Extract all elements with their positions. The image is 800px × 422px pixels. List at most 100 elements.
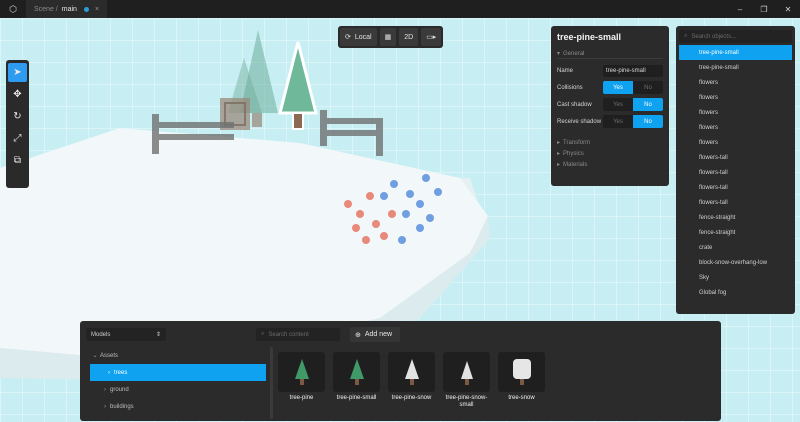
category-select[interactable]: Models ⇕ <box>86 328 166 341</box>
section-physics[interactable]: ▸ Physics <box>557 148 663 159</box>
outliner-item[interactable]: flowers-tall <box>679 150 792 165</box>
chevron-right-icon: › <box>104 403 106 410</box>
content-search-input[interactable]: ⌕ Search content <box>256 328 340 341</box>
cast-shadow-toggle[interactable]: Yes No <box>603 98 663 111</box>
cast-shadow-yes[interactable]: Yes <box>603 98 633 111</box>
inspector-panel: tree-pine-small ▾ General Name tree-pine… <box>551 26 669 186</box>
tool-rail: ➤ ✥ ↻ ⤢ ⧉ <box>6 60 29 188</box>
tab-close-icon[interactable]: × <box>95 6 99 13</box>
outliner-item[interactable]: tree-pine-small <box>679 45 792 60</box>
tree-pine-small-selected <box>278 41 318 115</box>
outliner-item[interactable]: flowers <box>679 135 792 150</box>
maximize-button[interactable]: ❐ <box>752 0 776 18</box>
outliner-item[interactable]: flowers <box>679 120 792 135</box>
cast-shadow-label: Cast shadow <box>557 101 592 108</box>
chevron-right-icon: › <box>104 386 106 393</box>
bounds-tool-icon[interactable]: ⧉ <box>8 151 27 170</box>
asset-thumbnail <box>388 352 435 392</box>
grid-toggle-button[interactable]: ▦ <box>379 28 397 46</box>
asset-thumbnail <box>333 352 380 392</box>
name-field[interactable]: tree-pine-small <box>603 64 663 77</box>
chevron-right-icon: ▸ <box>557 162 561 168</box>
section-general[interactable]: ▾ General <box>557 49 663 59</box>
outliner-item[interactable]: crate <box>679 240 792 255</box>
prop-receive-shadow: Receive shadow Yes No <box>557 114 663 129</box>
asset-tree-pine-snow[interactable]: tree-pine-snow <box>388 352 435 409</box>
tree-item-assets[interactable]: ⌄ Assets <box>86 347 266 364</box>
section-transform[interactable]: ▸ Transform <box>557 137 663 148</box>
tab-path: Scene / <box>34 5 58 13</box>
tree-item-buildings[interactable]: › buildings <box>86 398 266 415</box>
search-icon: ⌕ <box>261 331 265 337</box>
receive-shadow-yes[interactable]: Yes <box>603 115 633 128</box>
outliner-item[interactable]: Global fog <box>679 285 792 300</box>
search-placeholder: Search objects... <box>691 33 737 40</box>
object-search-input[interactable]: ⌕ Search objects... <box>679 30 792 43</box>
updown-icon: ⇕ <box>155 332 161 338</box>
collisions-toggle[interactable]: Yes No <box>603 81 663 94</box>
asset-name: tree-pine-snow-small <box>445 395 488 408</box>
move-tool-icon[interactable]: ✥ <box>8 85 27 104</box>
title-bar: ⬡ Scene / main × – ❐ ✕ <box>0 0 800 18</box>
asset-tree-pine-snow-small[interactable]: tree-pine-snow-small <box>443 352 490 409</box>
outliner-item[interactable]: tree-pine-small <box>679 60 792 75</box>
unsaved-dot-icon <box>83 6 89 12</box>
add-new-label: Add new <box>364 331 393 338</box>
outliner-item[interactable]: flowers-tall <box>679 180 792 195</box>
collisions-no[interactable]: No <box>633 81 663 94</box>
receive-shadow-label: Receive shadow <box>557 118 602 125</box>
outliner-item[interactable]: Sky <box>679 270 792 285</box>
outliner-item[interactable]: flowers-tall <box>679 165 792 180</box>
outliner-item[interactable]: flowers <box>679 105 792 120</box>
collisions-label: Collisions <box>557 84 583 91</box>
search-placeholder: Search content <box>268 331 309 338</box>
search-icon: ⌕ <box>684 33 688 39</box>
outliner-item[interactable]: fence-straight <box>679 225 792 240</box>
space-toggle-button[interactable]: ⟳ Local <box>340 28 377 46</box>
tab-scene-name: main <box>61 5 77 13</box>
chevron-right-icon: ▸ <box>557 140 561 146</box>
asset-tree-snow[interactable]: tree-snow <box>498 352 545 409</box>
refresh-icon: ⟳ <box>345 34 351 41</box>
minimize-button[interactable]: – <box>728 0 752 18</box>
collisions-yes[interactable]: Yes <box>603 81 633 94</box>
asset-tree-pine[interactable]: tree-pine <box>278 352 325 409</box>
asset-name: tree-pine-small <box>336 395 377 401</box>
scene-outliner: ⌕ Search objects... tree-pine-small tree… <box>676 26 795 314</box>
add-new-button[interactable]: ⊕ Add new <box>350 327 400 342</box>
asset-tree-pine-small[interactable]: tree-pine-small <box>333 352 380 409</box>
panel-divider[interactable] <box>270 347 273 419</box>
chevron-down-icon: ▾ <box>557 51 561 57</box>
receive-shadow-toggle[interactable]: Yes No <box>603 115 663 128</box>
chevron-down-icon: ⌄ <box>92 353 98 359</box>
grid-icon: ▦ <box>384 34 392 41</box>
outliner-item[interactable]: block-snow-overhang-low <box>679 255 792 270</box>
prop-collisions: Collisions Yes No <box>557 80 663 95</box>
chevron-right-icon: ▸ <box>557 151 561 157</box>
tree-item-ground[interactable]: › ground <box>86 381 266 398</box>
content-browser: Models ⇕ ⌕ Search content ⊕ Add new ⌄ As… <box>80 321 721 421</box>
close-window-button[interactable]: ✕ <box>776 0 800 18</box>
camera-button[interactable]: ▭▸ <box>421 28 442 46</box>
rotate-tool-icon[interactable]: ↻ <box>8 107 27 126</box>
view-mode-label: 2D <box>404 33 414 41</box>
outliner-item[interactable]: flowers-tall <box>679 195 792 210</box>
asset-thumbnail <box>443 352 490 392</box>
asset-grid: tree-pine tree-pine-small tree-pine-snow… <box>278 352 545 409</box>
category-value: Models <box>91 331 111 338</box>
select-tool-icon[interactable]: ➤ <box>8 63 27 82</box>
outliner-item[interactable]: flowers <box>679 75 792 90</box>
view-mode-button[interactable]: 2D <box>399 28 419 46</box>
scale-tool-icon[interactable]: ⤢ <box>8 129 27 148</box>
cast-shadow-no[interactable]: No <box>633 98 663 111</box>
asset-tree: ⌄ Assets › trees › ground › buildings <box>86 347 266 415</box>
outliner-item[interactable]: fence-straight <box>679 210 792 225</box>
receive-shadow-no[interactable]: No <box>633 115 663 128</box>
outliner-item[interactable]: flowers <box>679 90 792 105</box>
window-controls: – ❐ ✕ <box>728 0 800 18</box>
plus-circle-icon: ⊕ <box>355 331 361 339</box>
scene-tab[interactable]: Scene / main × <box>26 0 108 18</box>
section-materials[interactable]: ▸ Materials <box>557 159 663 170</box>
tree-item-trees[interactable]: › trees <box>90 364 266 381</box>
app-logo-icon[interactable]: ⬡ <box>0 0 26 18</box>
